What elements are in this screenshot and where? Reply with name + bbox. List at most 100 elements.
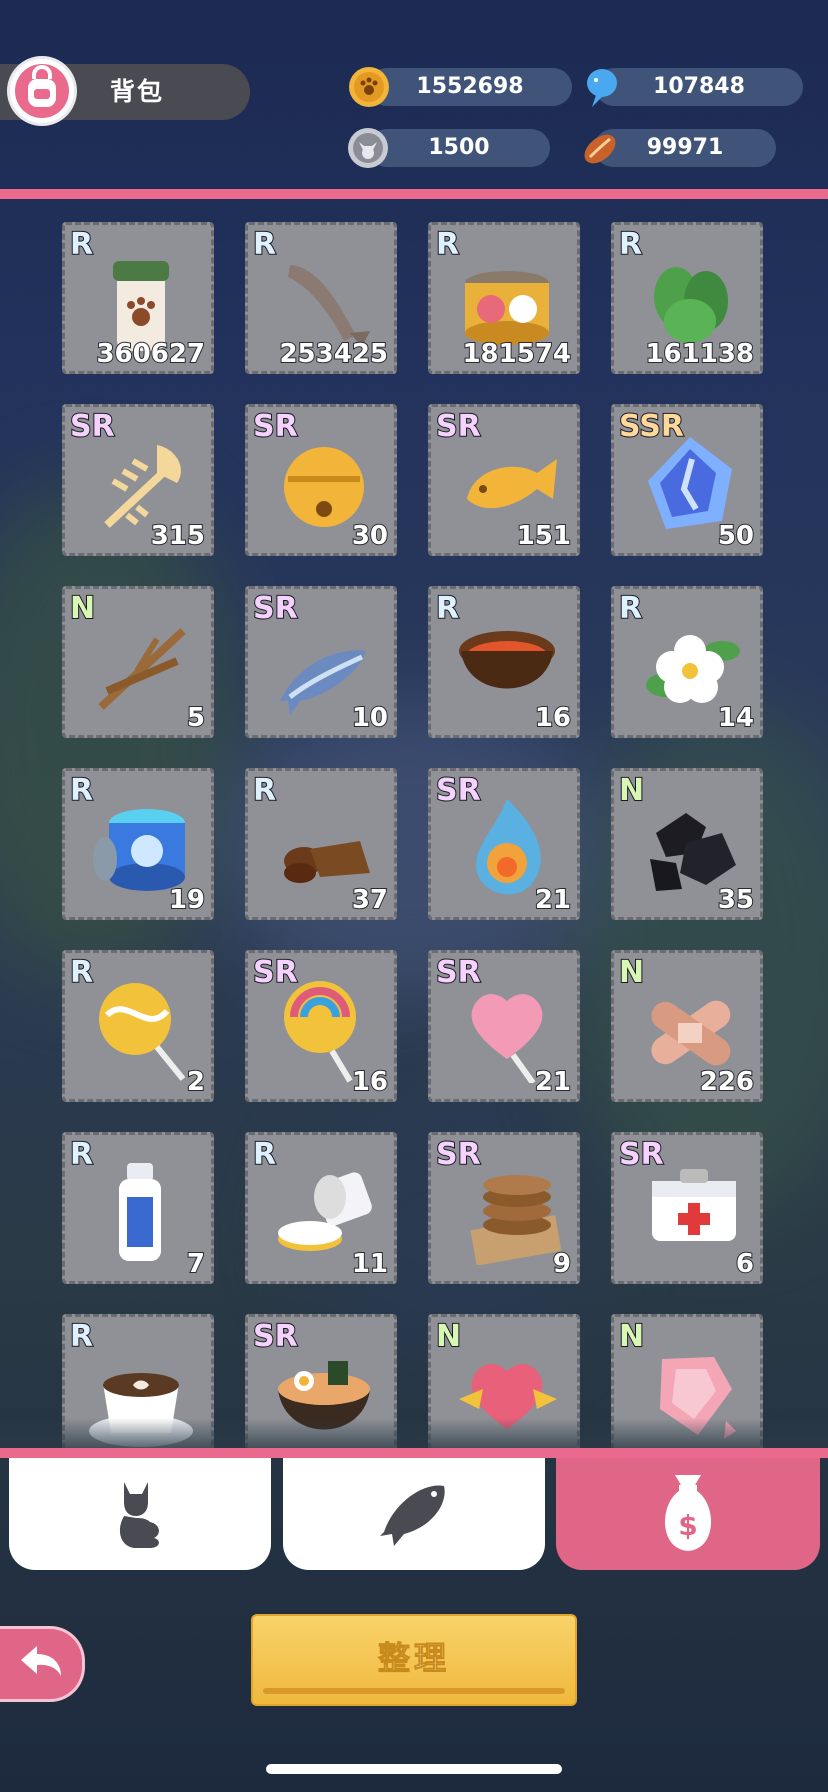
item-count: 10 — [351, 702, 389, 734]
inventory-item[interactable]: SR 6 — [611, 1132, 763, 1284]
inventory-item[interactable]: SR 21 — [428, 950, 580, 1102]
item-count: 16 — [534, 702, 572, 734]
sort-button-bar — [263, 1688, 565, 1694]
rarity-badge: R — [435, 590, 460, 627]
rarity-badge: R — [618, 226, 643, 263]
rarity-badge: SR — [252, 954, 299, 991]
rarity-badge: SR — [252, 590, 299, 627]
tab-fish[interactable] — [283, 1458, 545, 1570]
svg-text:$: $ — [678, 1509, 697, 1542]
inventory-item[interactable]: SR 10 — [245, 586, 397, 738]
item-count: 360627 — [95, 338, 206, 370]
item-count: 161138 — [644, 338, 755, 370]
sort-button[interactable]: 整理 — [251, 1614, 577, 1706]
currency-paw-coin: 1552698 — [368, 68, 572, 106]
backpack-icon — [10, 59, 74, 123]
item-count: 11 — [351, 1248, 389, 1280]
rarity-badge: R — [69, 772, 94, 809]
rarity-badge: SSR — [618, 408, 685, 445]
money-bag-icon: $ — [653, 1469, 723, 1559]
rarity-badge: SR — [69, 408, 116, 445]
inventory-item[interactable]: N 35 — [611, 768, 763, 920]
inventory-item[interactable]: N 226 — [611, 950, 763, 1102]
inventory-item[interactable]: R 360627 — [62, 222, 214, 374]
back-button[interactable] — [0, 1626, 85, 1702]
item-count: 6 — [735, 1248, 755, 1280]
fish-icon — [374, 1472, 454, 1556]
item-count: 315 — [150, 520, 206, 552]
rarity-badge: R — [252, 772, 277, 809]
inventory-item[interactable]: SR 30 — [245, 404, 397, 556]
item-count: 7 — [186, 1248, 206, 1280]
inventory-item[interactable]: SR 315 — [62, 404, 214, 556]
item-count: 21 — [534, 1066, 572, 1098]
page-title: 背包 — [110, 77, 165, 106]
rarity-badge: N — [69, 590, 96, 627]
item-count: 16 — [351, 1066, 389, 1098]
sort-button-label: 整理 — [377, 1639, 450, 1678]
silver-cat-icon — [348, 128, 388, 168]
inventory-item[interactable]: R 37 — [245, 768, 397, 920]
paw-coin-icon — [349, 67, 389, 107]
item-count: 151 — [516, 520, 572, 552]
tab-cat[interactable] — [9, 1458, 271, 1570]
item-count: 30 — [351, 520, 389, 552]
cookie-stack-icon — [470, 1175, 561, 1265]
rarity-badge: N — [618, 954, 645, 991]
rarity-badge: R — [69, 226, 94, 263]
inventory-item[interactable]: R 11 — [245, 1132, 397, 1284]
rarity-badge: SR — [618, 1136, 665, 1173]
item-count: 50 — [717, 520, 755, 552]
rarity-badge: R — [618, 590, 643, 627]
item-count: 19 — [168, 884, 206, 916]
inventory-item[interactable]: R 14 — [611, 586, 763, 738]
item-count: 9 — [552, 1248, 572, 1280]
rarity-badge: R — [69, 1318, 94, 1355]
blue-fish-icon — [582, 65, 622, 107]
inventory-grid: R 360627 R 253425 R 181574 R 161138 SR 315 SR 30 SR 1… — [0, 188, 828, 1448]
rarity-badge: R — [252, 1136, 277, 1173]
yellow-lollipop-icon — [99, 983, 186, 1081]
inventory-item[interactable]: R7 — [62, 1132, 214, 1284]
first-aid-kit-icon — [652, 1169, 736, 1241]
rarity-badge: SR — [435, 408, 482, 445]
item-count: 14 — [717, 702, 755, 734]
inventory-item[interactable]: R 161138 — [611, 222, 763, 374]
bean-icon — [578, 127, 618, 167]
currency-blue-fish: 107848 — [595, 68, 803, 106]
inventory-item[interactable]: N5 — [62, 586, 214, 738]
rarity-badge: R — [252, 226, 277, 263]
inventory-item[interactable]: R2 — [62, 950, 214, 1102]
rarity-badge: SR — [252, 408, 299, 445]
rarity-badge: SR — [435, 954, 482, 991]
item-count: 5 — [186, 702, 206, 734]
item-count: 253425 — [278, 338, 389, 370]
rarity-badge: R — [69, 1136, 94, 1173]
item-count: 181574 — [461, 338, 572, 370]
inventory-item[interactable]: R 181574 — [428, 222, 580, 374]
inventory-item[interactable]: SR 9 — [428, 1132, 580, 1284]
inventory-item[interactable]: R 16 — [428, 586, 580, 738]
item-count: 226 — [699, 1066, 755, 1098]
rarity-badge: SR — [252, 1318, 299, 1355]
home-indicator[interactable] — [266, 1764, 562, 1774]
tabs-divider — [0, 1448, 828, 1458]
item-count: 2 — [186, 1066, 206, 1098]
rarity-badge: R — [435, 226, 460, 263]
inventory-item[interactable]: R 253425 — [245, 222, 397, 374]
item-count: 21 — [534, 884, 572, 916]
inventory-item[interactable]: SR 16 — [245, 950, 397, 1102]
back-arrow-icon — [17, 1642, 65, 1686]
rarity-badge: N — [435, 1318, 462, 1355]
rarity-badge: N — [618, 772, 645, 809]
rarity-badge: R — [69, 954, 94, 991]
inventory-item[interactable]: SR 21 — [428, 768, 580, 920]
rarity-badge: SR — [435, 772, 482, 809]
inventory-item[interactable]: SR 151 — [428, 404, 580, 556]
cat-icon — [110, 1472, 170, 1556]
twigs-icon — [98, 628, 186, 710]
inventory-item[interactable]: SSR 50 — [611, 404, 763, 556]
tab-money-bag[interactable]: $ — [556, 1458, 820, 1570]
inventory-item[interactable]: R 19 — [62, 768, 214, 920]
item-count: 37 — [351, 884, 389, 916]
